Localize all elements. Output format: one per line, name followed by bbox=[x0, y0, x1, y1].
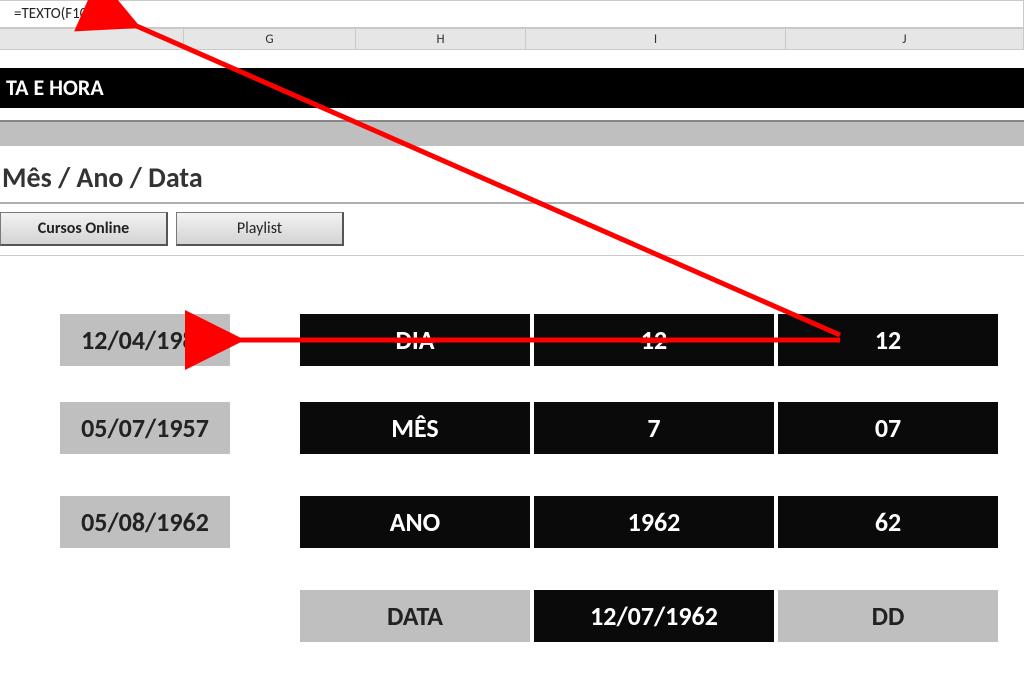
value-dia[interactable]: 12 bbox=[534, 314, 774, 366]
output-mes[interactable]: 07 bbox=[778, 402, 998, 454]
label-mes: MÊS bbox=[300, 402, 530, 454]
col-g[interactable]: G bbox=[184, 29, 356, 51]
title-band: TA E HORA bbox=[0, 68, 1024, 108]
playlist-button[interactable]: Playlist bbox=[176, 212, 344, 246]
date-cell-1[interactable]: 12/04/1982 bbox=[60, 314, 230, 366]
value-ano[interactable]: 1962 bbox=[534, 496, 774, 548]
section-divider bbox=[0, 202, 1024, 204]
date-cell-2[interactable]: 05/07/1957 bbox=[60, 402, 230, 454]
output-data[interactable]: DD bbox=[778, 590, 998, 642]
button-row: Cursos Online Playlist bbox=[0, 212, 344, 246]
formula-text: =TEXTO(F10;"dd") bbox=[14, 5, 124, 23]
col-f-partial[interactable] bbox=[0, 29, 184, 51]
date-cell-3[interactable]: 05/08/1962 bbox=[60, 496, 230, 548]
gray-strip bbox=[0, 120, 1024, 154]
value-mes[interactable]: 7 bbox=[534, 402, 774, 454]
formula-bar[interactable]: =TEXTO(F10;"dd") bbox=[0, 0, 1024, 28]
label-data: DATA bbox=[300, 590, 530, 642]
section-title: Mês / Ano / Data bbox=[2, 160, 203, 195]
col-j[interactable]: J bbox=[786, 29, 1024, 51]
label-dia: DIA bbox=[300, 314, 530, 366]
col-i[interactable]: I bbox=[526, 29, 786, 51]
value-data[interactable]: 12/07/1962 bbox=[534, 590, 774, 642]
thin-divider bbox=[0, 255, 1024, 256]
title-band-text: TA E HORA bbox=[6, 74, 104, 101]
output-dia[interactable]: 12 bbox=[778, 314, 998, 366]
label-ano: ANO bbox=[300, 496, 530, 548]
col-h[interactable]: H bbox=[356, 29, 526, 51]
cursos-online-button[interactable]: Cursos Online bbox=[0, 212, 168, 246]
column-headers: G H I J bbox=[0, 28, 1024, 50]
sheet-area: TA E HORA Mês / Ano / Data Cursos Online… bbox=[0, 50, 1024, 687]
output-ano[interactable]: 62 bbox=[778, 496, 998, 548]
